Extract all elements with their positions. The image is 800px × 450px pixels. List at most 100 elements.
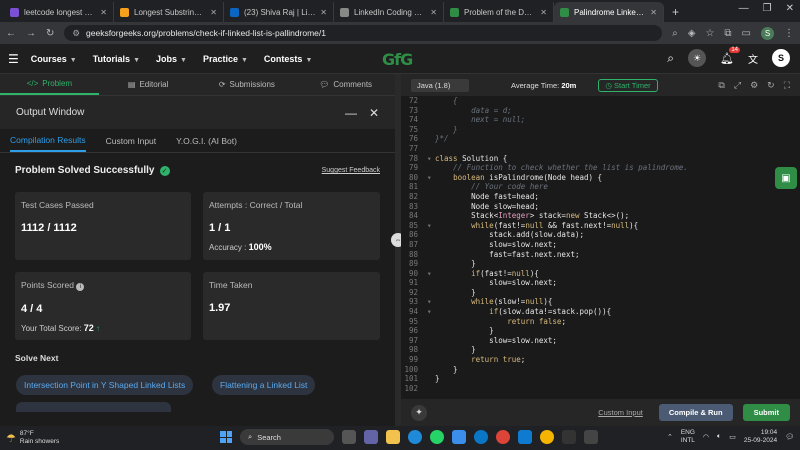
test-cases-value: 1112 / 1112 — [21, 222, 77, 234]
gfg-logo[interactable]: GfG — [382, 50, 413, 69]
info-icon[interactable]: i — [76, 283, 85, 291]
app-icon[interactable] — [584, 430, 598, 444]
store-icon[interactable] — [452, 430, 466, 444]
browser-tab[interactable]: Problem of the Day | Geek ✕ — [444, 2, 554, 22]
tab-problem[interactable]: </> Problem — [0, 74, 99, 95]
chat-icon[interactable]: ▣ — [775, 167, 797, 189]
windows-start-icon[interactable] — [220, 431, 232, 443]
chrome-active-icon[interactable] — [540, 430, 554, 444]
close-tab-icon[interactable]: ✕ — [650, 8, 657, 17]
notification-bell-icon[interactable]: 🔔︎ 14 — [720, 46, 740, 65]
expand-icon[interactable]: ⛶ — [784, 80, 790, 91]
solve-next-link[interactable]: Flattening a Linked List — [212, 375, 316, 395]
close-panel-icon[interactable]: ✕ — [369, 106, 379, 120]
editor-footer: ✦ Custom Input Compile & Run Submit — [401, 399, 800, 426]
time-taken-label: Time Taken — [209, 280, 253, 290]
file-explorer-icon[interactable] — [386, 430, 400, 444]
close-tab-icon[interactable]: ✕ — [430, 8, 437, 17]
nav-jobs[interactable]: Jobs ▼ — [156, 54, 187, 64]
volume-icon[interactable]: 🔈︎ — [717, 433, 721, 441]
language-indicator[interactable]: ENG INTL — [681, 429, 695, 445]
battery-icon[interactable]: ▭ — [729, 433, 736, 441]
tab-custom-input[interactable]: Custom Input — [106, 131, 157, 151]
tab-submissions[interactable]: ⟳ Submissions — [198, 74, 297, 95]
custom-input-link[interactable]: Custom Input — [598, 408, 643, 417]
result-status: Problem Solved Successfully — [15, 165, 155, 176]
forward-icon[interactable]: → — [26, 28, 36, 39]
browser-tab[interactable]: Longest Substring Without ✕ — [114, 2, 224, 22]
notification-center-icon[interactable]: 💬︎ — [785, 433, 794, 441]
user-avatar[interactable]: S — [772, 49, 790, 67]
code-line: 72 { — [408, 96, 458, 105]
reload-icon[interactable]: ↻ — [46, 28, 54, 39]
minimize-icon[interactable]: — — [739, 3, 749, 14]
wifi-icon[interactable]: ◠ — [703, 433, 709, 441]
lightbulb-icon[interactable]: ✦ — [411, 404, 427, 421]
theme-toggle-icon[interactable]: ☀ — [688, 49, 707, 67]
tab-compilation-results[interactable]: Compilation Results — [10, 130, 86, 152]
hamburger-menu-icon[interactable]: ☰ — [8, 52, 19, 66]
close-tab-icon[interactable]: ✕ — [320, 8, 327, 17]
teams-icon[interactable] — [364, 430, 378, 444]
search-icon[interactable]: ⌕ — [667, 51, 674, 66]
translate-icon[interactable]: 文 — [748, 51, 758, 66]
avg-time-value: 20m — [561, 80, 577, 90]
search-lens-icon[interactable]: ⌕ — [672, 28, 678, 39]
tab-yogi-ai-bot[interactable]: Y.O.G.I. (AI Bot) — [176, 131, 237, 151]
close-tab-icon[interactable]: ✕ — [210, 8, 217, 17]
edge-icon[interactable] — [408, 430, 422, 444]
suggest-feedback-link[interactable]: Suggest Feedback — [322, 167, 380, 174]
language-select[interactable]: Java (1.8) — [411, 78, 469, 92]
solve-next-link[interactable]: Intersection Point in Y Shaped Linked Li… — [16, 375, 194, 395]
new-tab-button[interactable]: + — [664, 2, 687, 22]
back-icon[interactable]: ← — [6, 28, 16, 39]
weather-widget[interactable]: ☂ 87°F Rain showers — [6, 430, 59, 446]
code-line: 86 stack.add(slow.data); — [408, 230, 585, 240]
extension-icon[interactable]: ◈ — [688, 28, 696, 39]
copy-icon[interactable]: ⧉ — [718, 80, 724, 91]
dell-icon[interactable] — [474, 430, 488, 444]
timer-label: Start Timer — [613, 80, 651, 90]
tab-favicon-icon — [10, 7, 19, 17]
terminal-icon[interactable] — [562, 430, 576, 444]
output-window-header: Output Window — ✕ — [0, 96, 395, 129]
fullscreen-icon[interactable]: ⤢ — [734, 80, 741, 91]
maximize-icon[interactable]: ❐ — [763, 3, 772, 14]
chevron-up-icon[interactable]: ⌃ — [667, 433, 673, 441]
whatsapp-icon[interactable] — [430, 430, 444, 444]
compile-run-button[interactable]: Compile & Run — [658, 404, 733, 421]
close-window-icon[interactable]: ✕ — [786, 3, 794, 14]
browser-tab[interactable]: (23) Shiva Raj | LinkedIn ✕ — [224, 2, 334, 22]
settings-icon[interactable]: ⚙ — [750, 80, 758, 91]
minimize-panel-icon[interactable]: — — [345, 106, 357, 120]
task-view-icon[interactable] — [342, 430, 356, 444]
nav-courses[interactable]: Courses ▼ — [31, 54, 77, 64]
extensions-puzzle-icon[interactable]: ⧉ — [724, 28, 731, 39]
close-tab-icon[interactable]: ✕ — [540, 8, 547, 17]
browser-profile-avatar[interactable]: S — [761, 26, 774, 40]
reset-icon[interactable]: ↻ — [767, 80, 775, 91]
tab-editorial[interactable]: ▤ Editorial — [99, 74, 198, 95]
solve-next-link-partial[interactable] — [16, 402, 171, 412]
close-tab-icon[interactable]: ✕ — [100, 8, 107, 17]
start-timer-button[interactable]: ◷ Start Timer — [598, 78, 658, 92]
browser-tab-active[interactable]: Palindrome Linked List | P ✕ — [554, 2, 664, 22]
taskbar-search[interactable]: ⌕ Search — [240, 429, 334, 445]
vscode-icon[interactable] — [518, 430, 532, 444]
url-input[interactable]: ⚙ geeksforgeeks.org/problems/check-if-li… — [64, 25, 663, 41]
browser-tab[interactable]: LinkedIn Coding Challenge ✕ — [334, 2, 444, 22]
nav-contests[interactable]: Contests ▼ — [264, 54, 312, 64]
code-line: 85 ▾ while(fast!=null && fast.next!=null)… — [408, 220, 639, 230]
browser-tab[interactable]: leetcode longest substring ✕ — [4, 2, 114, 22]
submit-button[interactable]: Submit — [742, 404, 790, 421]
tab-comments[interactable]: 💬︎ Comments — [296, 74, 395, 95]
nav-tutorials[interactable]: Tutorials ▼ — [93, 54, 140, 64]
code-editor[interactable]: 72 { 73 data = d; 74 next = null; 75 } 7… — [401, 96, 800, 399]
clock[interactable]: 19:04 25-09-2024 — [744, 429, 777, 445]
site-info-icon[interactable]: ⚙ — [72, 28, 80, 39]
browser-menu-icon[interactable]: ⋮ — [784, 28, 794, 39]
sidepanel-icon[interactable]: ▭ — [742, 28, 751, 39]
chrome-icon[interactable] — [496, 430, 510, 444]
nav-practice[interactable]: Practice ▼ — [203, 54, 248, 64]
bookmark-star-icon[interactable]: ☆ — [705, 28, 714, 39]
